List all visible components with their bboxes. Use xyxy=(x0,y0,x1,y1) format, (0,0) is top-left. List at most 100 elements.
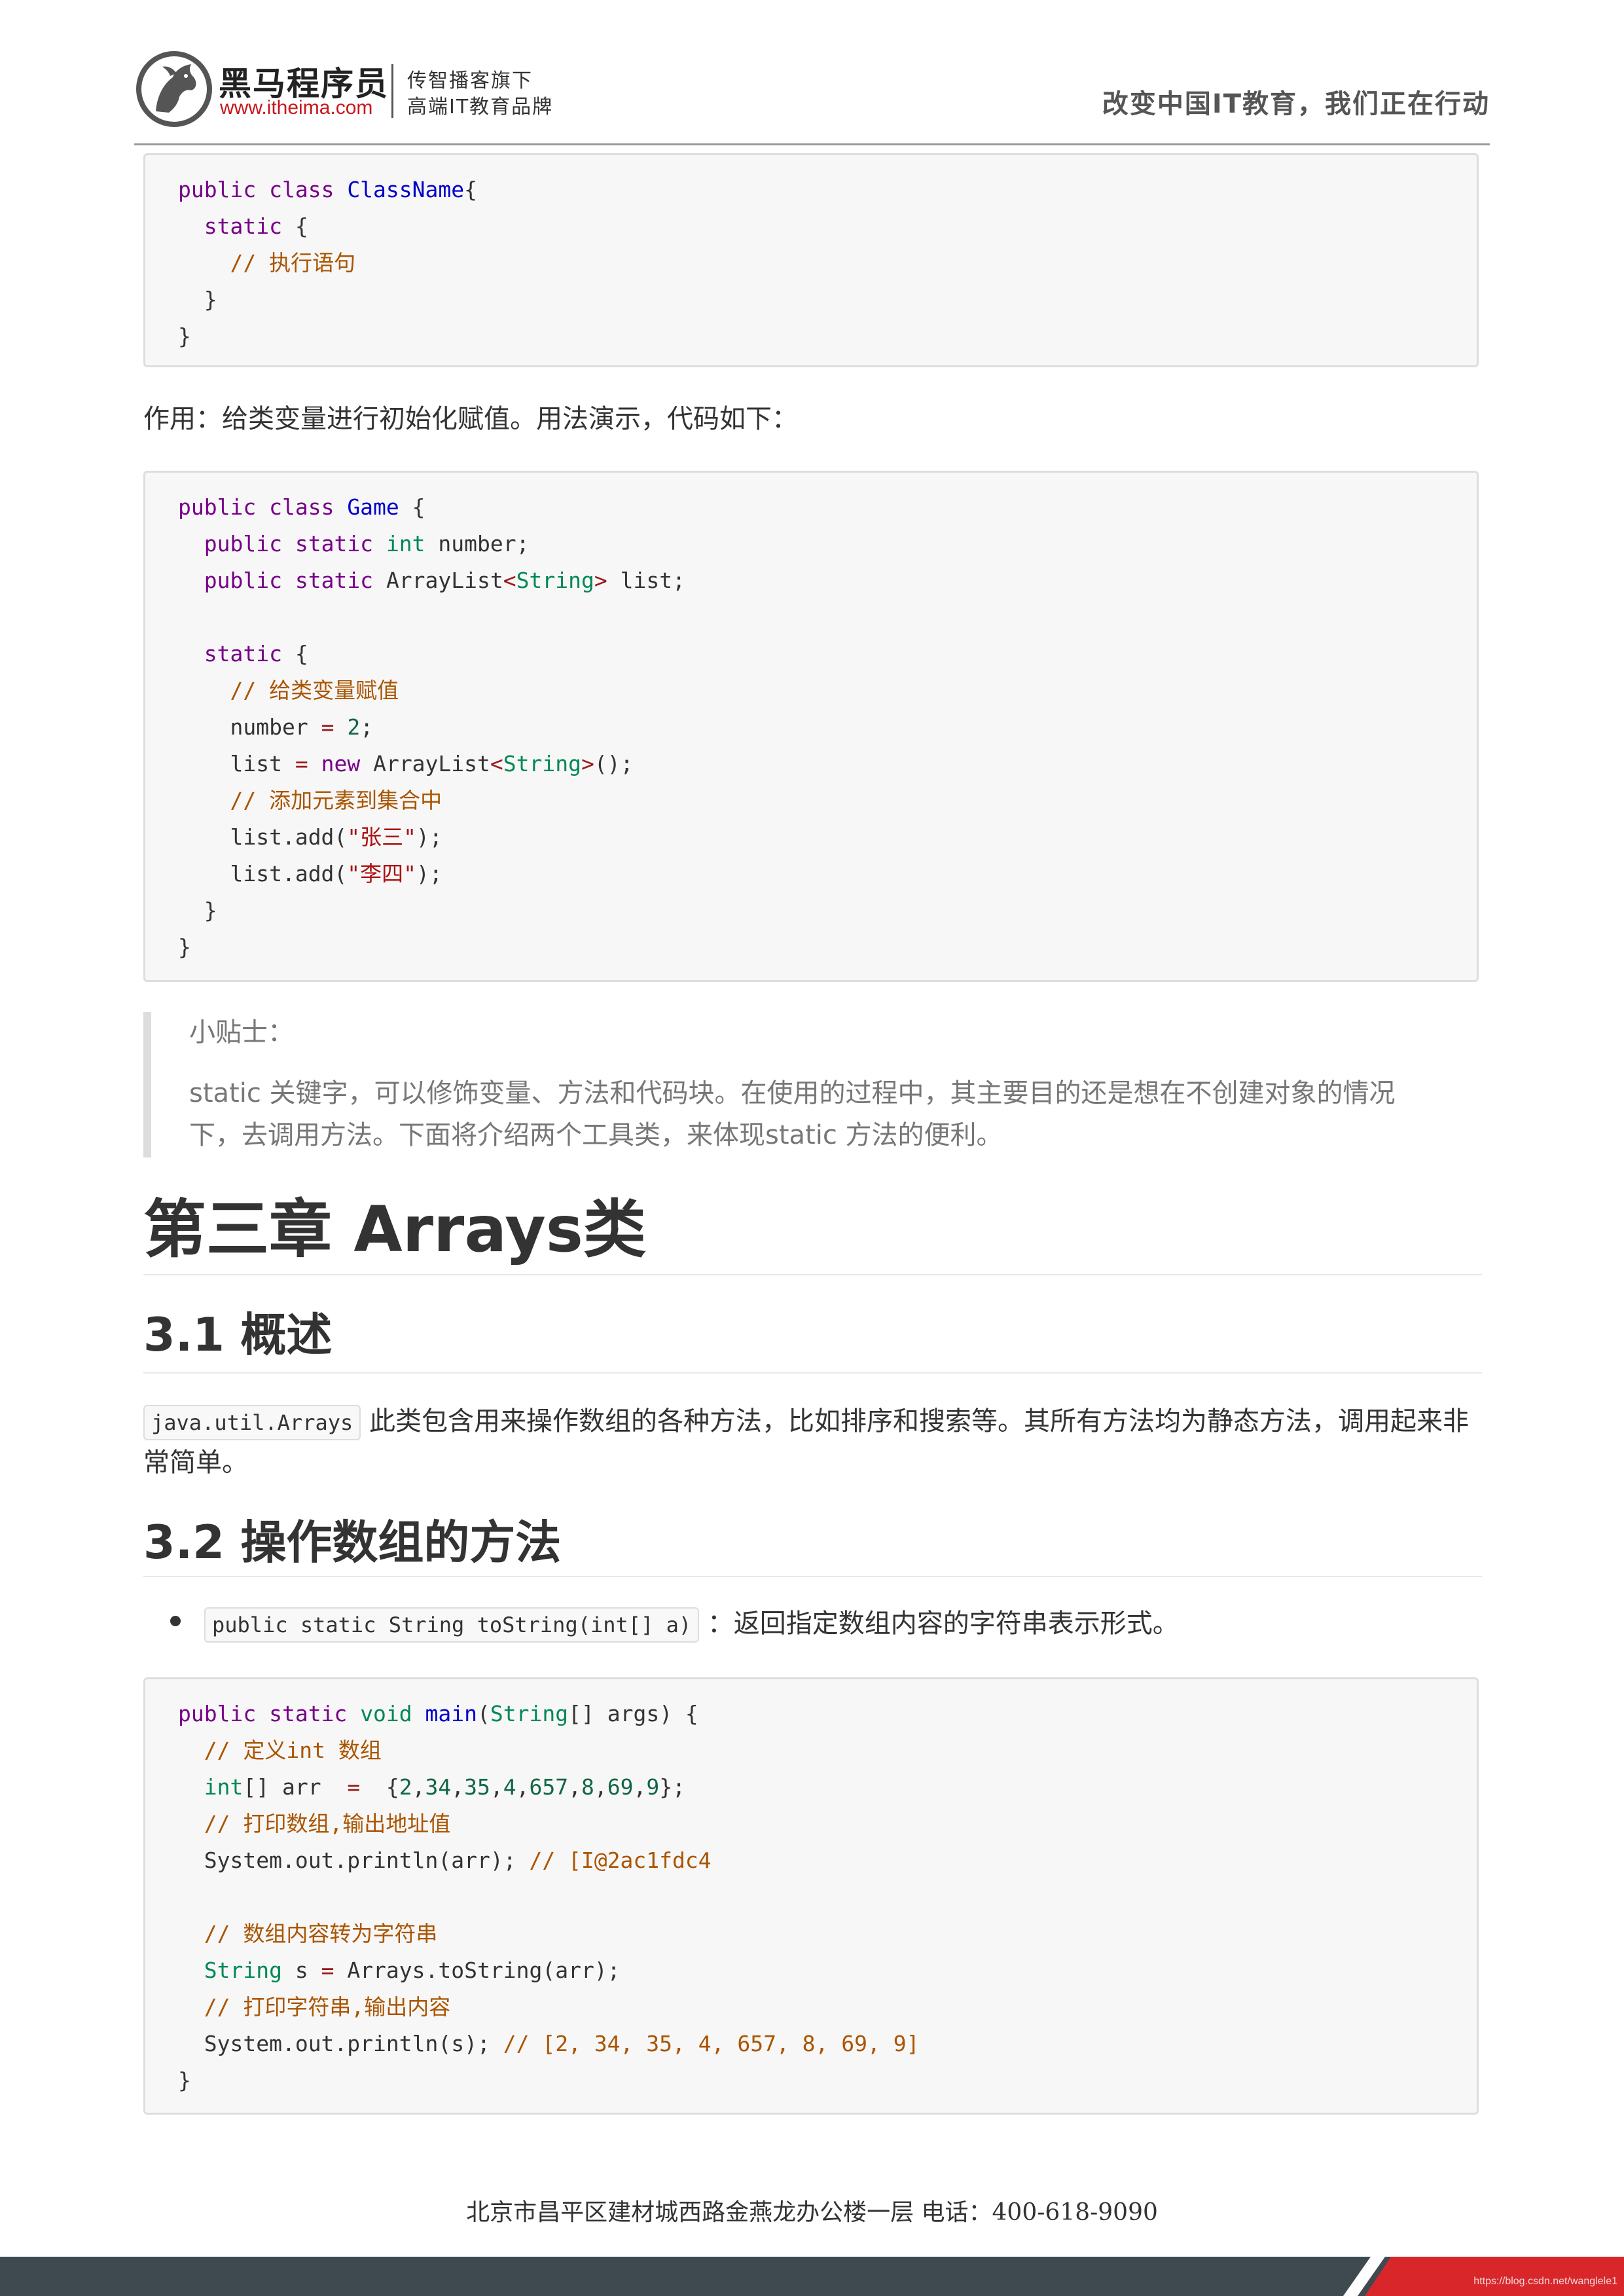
method-list-item: public static String toString(int[] a) ：… xyxy=(204,1604,1179,1643)
code-token: Game xyxy=(347,494,399,520)
code-token: static xyxy=(295,568,374,593)
code-token: new xyxy=(321,751,361,776)
code-line: // 打印数组,输出地址值 xyxy=(178,1806,1477,1842)
tips-title: 小贴士： xyxy=(189,1017,294,1048)
code-token: { xyxy=(464,177,477,202)
code-comment: // [I@2ac1fdc4 xyxy=(529,1848,712,1873)
code-comment: // 定义int 数组 xyxy=(204,1738,382,1763)
code-token: String xyxy=(503,751,581,776)
inline-code-arrays-class: java.util.Arrays xyxy=(143,1405,361,1440)
code-token: ; xyxy=(360,714,374,740)
code-token: { xyxy=(412,494,425,520)
code-string: "张三" xyxy=(347,824,417,850)
code-token: list.add( xyxy=(230,824,348,850)
code-token: System.out.println(arr); xyxy=(204,1848,530,1873)
code-token: static xyxy=(204,641,282,666)
code-token: 2 xyxy=(347,714,361,740)
code-token: System.out.println(s); xyxy=(204,2031,503,2056)
logo-divider xyxy=(391,64,393,118)
code-line: static { xyxy=(178,208,1477,245)
inline-code-tostring-signature: public static String toString(int[] a) xyxy=(204,1607,700,1643)
brand-url: www.itheima.com xyxy=(220,97,373,118)
code-number: 34 xyxy=(425,1774,452,1800)
code-token: = xyxy=(321,714,334,740)
code-token: list.add( xyxy=(230,861,348,886)
code-token: { xyxy=(295,213,308,239)
code-comment: // 数组内容转为字符串 xyxy=(204,1921,438,1946)
code-comment: // 添加元素到集合中 xyxy=(230,788,442,813)
code-token: class xyxy=(269,494,334,520)
code-line: list = new ArrayList<String>(); xyxy=(178,746,1477,782)
chapter-title: 第三章 Arrays类 xyxy=(143,1193,646,1266)
brand-tagline-1: 传智播客旗下 xyxy=(407,69,533,92)
code-token: }; xyxy=(659,1774,686,1800)
code-number: 8 xyxy=(581,1774,594,1800)
code-token: static xyxy=(204,213,282,239)
code-line: list.add("李四"); xyxy=(178,856,1477,892)
method-description: ：返回指定数组内容的字符串表示形式。 xyxy=(707,1609,1179,1639)
code-token: public xyxy=(204,531,282,556)
code-comment: // [2, 34, 35, 4, 657, 8, 69, 9] xyxy=(503,2031,920,2056)
code-block-tostring-example: public static void main(String[] args) {… xyxy=(143,1677,1479,2115)
code-line: } xyxy=(178,929,1477,966)
code-token: String xyxy=(516,568,594,593)
code-token: static xyxy=(269,1701,348,1726)
code-line: // 执行语句 xyxy=(178,245,1477,282)
code-number: 9 xyxy=(646,1774,660,1800)
header-divider xyxy=(134,143,1490,145)
code-line: } xyxy=(178,892,1477,929)
code-token: void xyxy=(360,1701,412,1726)
code-comment: // 打印数组,输出地址值 xyxy=(204,1811,451,1836)
code-token: < xyxy=(503,568,516,593)
code-line: int[] arr = {2,34,35,4,657,8,69,9}; xyxy=(178,1769,1477,1806)
code-token: int xyxy=(204,1774,244,1800)
horse-head-logo-icon xyxy=(136,51,212,127)
code-number: 657 xyxy=(529,1774,569,1800)
code-number: 4 xyxy=(503,1774,516,1800)
code-token: main xyxy=(425,1701,478,1726)
code-comment: // 打印字符串,输出内容 xyxy=(204,1994,451,2020)
code-token: [] arr xyxy=(243,1774,348,1800)
code-token: class xyxy=(269,177,334,202)
section-title-overview: 3.1 概述 xyxy=(143,1308,333,1362)
code-token: = xyxy=(347,1774,361,1800)
code-token: , xyxy=(490,1774,503,1800)
paragraph-arrays-overview: java.util.Arrays 此类包含用来操作数组的各种方法，比如排序和搜索… xyxy=(143,1401,1482,1484)
tips-body: static 关键字，可以修饰变量、方法和代码块。在使用的过程中，其主要目的还是… xyxy=(189,1078,1396,1150)
code-token: , xyxy=(633,1774,647,1800)
code-line: public static void main(String[] args) { xyxy=(178,1696,1477,1732)
code-line: list.add("张三"); xyxy=(178,819,1477,856)
bullet-dot xyxy=(170,1616,181,1626)
code-token: public xyxy=(178,177,257,202)
code-token: ( xyxy=(477,1701,490,1726)
code-token: ); xyxy=(416,861,442,886)
code-line: String s = Arrays.toString(arr); xyxy=(178,1952,1477,1989)
paragraph-static-usage: 作用：给类变量进行初始化赋值。用法演示，代码如下： xyxy=(143,404,798,434)
code-token: ClassName xyxy=(347,177,465,202)
code-token: list; xyxy=(620,568,685,593)
code-token: = xyxy=(321,1958,334,1983)
watermark-url: https://blog.csdn.net/wanglele1 xyxy=(1473,2276,1617,2287)
code-token: } xyxy=(178,2068,191,2093)
code-line: // 定义int 数组 xyxy=(178,1732,1477,1769)
code-line: System.out.println(s); // [2, 34, 35, 4,… xyxy=(178,2026,1477,2062)
code-token: number; xyxy=(438,531,530,556)
code-token: } xyxy=(178,934,191,960)
code-token: s xyxy=(281,1958,321,1983)
code-number: 69 xyxy=(607,1774,634,1800)
code-token: public xyxy=(178,1701,257,1726)
code-token: } xyxy=(178,323,191,349)
code-token: , xyxy=(594,1774,607,1800)
code-line: public class ClassName{ xyxy=(178,172,1477,208)
code-token: { xyxy=(295,641,308,666)
code-token: , xyxy=(568,1774,582,1800)
code-line: // 数组内容转为字符串 xyxy=(178,1916,1477,1952)
code-block-static-syntax: public class ClassName{ static { // 执行语句… xyxy=(143,153,1479,367)
code-token: static xyxy=(295,531,374,556)
brand-tagline-2: 高端IT教育品牌 xyxy=(407,96,554,118)
section-title-methods: 3.2 操作数组的方法 xyxy=(143,1516,562,1569)
code-line: public class Game { xyxy=(178,489,1477,526)
code-token: public xyxy=(178,494,257,520)
code-token: ); xyxy=(416,824,442,850)
